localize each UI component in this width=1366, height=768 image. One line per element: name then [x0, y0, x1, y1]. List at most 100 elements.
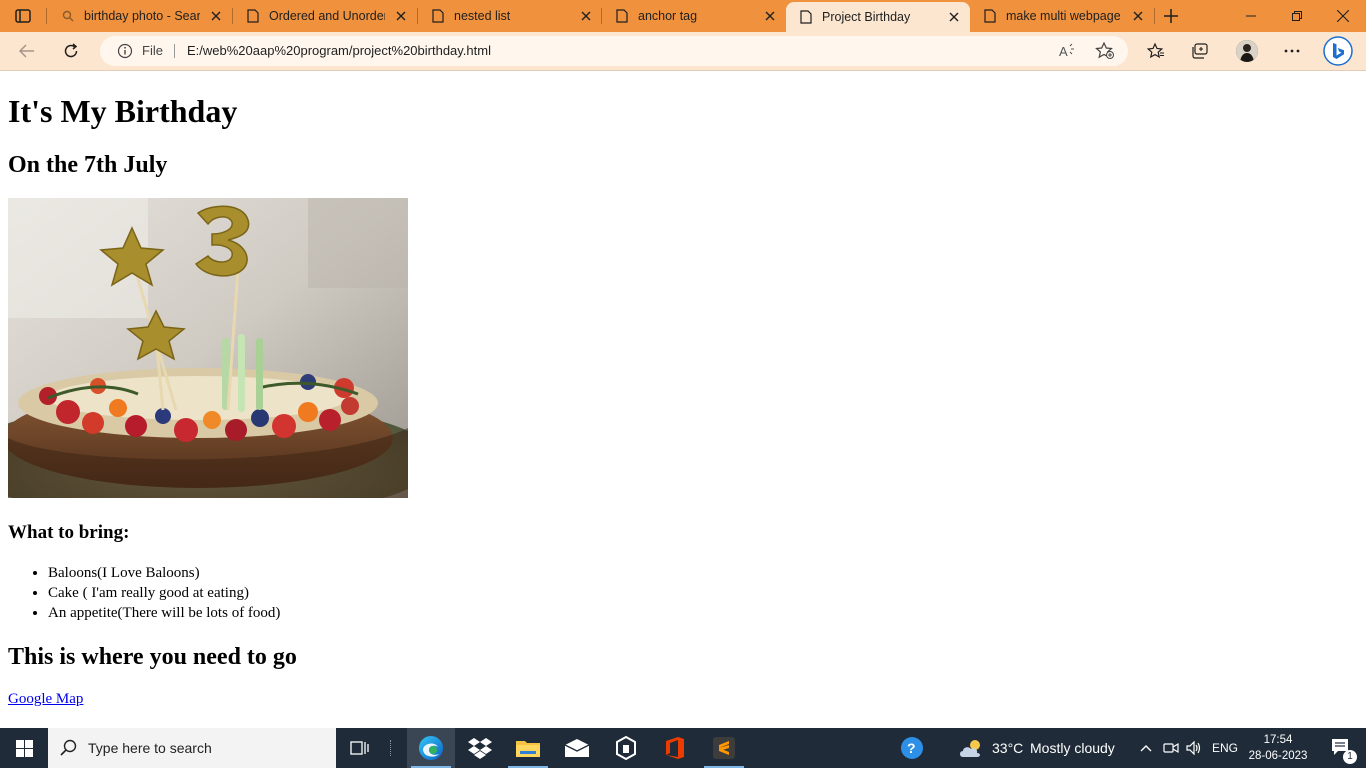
minimize-button[interactable]	[1228, 0, 1274, 32]
tab-nested-list[interactable]: nested list	[418, 0, 602, 32]
taskbar-divider	[390, 740, 393, 756]
meet-now-button[interactable]	[1160, 728, 1182, 768]
speaker-icon	[1186, 741, 1201, 755]
address-separator	[174, 44, 175, 58]
tab-make-multi-webpage[interactable]: make multi webpage	[970, 0, 1154, 32]
edge-icon	[419, 736, 443, 760]
info-icon[interactable]	[116, 43, 134, 59]
list-item: Baloons(I Love Baloons)	[48, 563, 280, 583]
sublime-text-icon	[713, 737, 735, 759]
page-icon	[798, 9, 814, 25]
svg-text:?: ?	[907, 740, 916, 756]
tab-birthday-photo-search[interactable]: birthday photo - Search	[48, 0, 232, 32]
tab-title: nested list	[454, 9, 511, 23]
svg-text:A: A	[1059, 44, 1068, 59]
show-hidden-icons-button[interactable]	[1134, 728, 1158, 768]
restore-button[interactable]	[1274, 0, 1320, 32]
close-icon[interactable]	[393, 8, 409, 24]
address-bar[interactable]: File E:/web%20aap%20program/project%20bi…	[100, 36, 1128, 66]
tab-ordered-unordered[interactable]: Ordered and Unordered	[233, 0, 417, 32]
tab-project-birthday[interactable]: Project Birthday	[786, 2, 970, 32]
back-arrow-icon	[19, 44, 34, 58]
favorites-icon	[1147, 43, 1164, 59]
tab-actions-button[interactable]	[12, 6, 34, 26]
web-page-content: It's My Birthday On the 7th July What to…	[0, 71, 1366, 728]
bing-chat-button[interactable]	[1322, 35, 1354, 67]
close-icon[interactable]	[762, 8, 778, 24]
taskbar-file-explorer[interactable]	[504, 728, 552, 768]
taskbar-office[interactable]	[651, 728, 699, 768]
close-icon[interactable]	[946, 9, 962, 25]
system-clock[interactable]: 17:54 28-06-2023	[1248, 732, 1308, 764]
chevron-up-icon	[1140, 745, 1152, 752]
directions-heading: This is where you need to go	[8, 644, 297, 670]
new-tab-button[interactable]	[1160, 6, 1182, 26]
tab-title: birthday photo - Search	[84, 9, 200, 23]
tab-anchor-tag[interactable]: anchor tag	[602, 0, 786, 32]
refresh-button[interactable]	[58, 39, 84, 63]
weather-condition: Mostly cloudy	[1030, 740, 1115, 756]
cloudy-weather-icon	[960, 740, 980, 757]
address-scheme-label: File	[142, 43, 163, 58]
taskbar-search-box[interactable]: Type here to search	[48, 728, 336, 768]
more-dots-icon	[1284, 49, 1300, 53]
minimize-icon	[1246, 15, 1256, 17]
task-view-button[interactable]	[336, 728, 384, 768]
avatar-icon	[1236, 40, 1258, 62]
address-url[interactable]: E:/web%20aap%20program/project%20birthda…	[187, 43, 491, 58]
search-icon	[60, 8, 76, 24]
plus-icon	[1164, 9, 1178, 23]
search-placeholder: Type here to search	[88, 740, 212, 756]
page-icon	[245, 8, 261, 24]
bring-list: Baloons(I Love Baloons) Cake ( I'am real…	[8, 563, 280, 623]
read-aloud-icon[interactable]: A	[1058, 42, 1078, 60]
tab-separator	[1154, 8, 1155, 24]
birthday-date-heading: On the 7th July	[8, 152, 168, 178]
weather-widget[interactable]	[958, 737, 986, 759]
action-center-button[interactable]: 1	[1318, 728, 1366, 768]
page-icon	[614, 8, 630, 24]
list-item: An appetite(There will be lots of food)	[48, 603, 280, 623]
browser-toolbar: File E:/web%20aap%20program/project%20bi…	[0, 32, 1366, 71]
taskbar-mail[interactable]	[553, 728, 601, 768]
google-map-link[interactable]: Google Map	[8, 691, 83, 708]
profile-avatar[interactable]	[1236, 40, 1258, 62]
taskbar-sublime-text[interactable]	[700, 728, 748, 768]
camera-icon	[1163, 742, 1179, 754]
clock-date: 28-06-2023	[1248, 750, 1308, 762]
tab-title: Ordered and Unordered	[269, 9, 385, 23]
taskbar-edge[interactable]	[407, 728, 455, 768]
taskbar-security-app[interactable]	[602, 728, 650, 768]
taskbar-help-tips[interactable]: ?	[888, 728, 936, 768]
volume-button[interactable]	[1183, 728, 1205, 768]
close-icon	[1337, 10, 1349, 22]
close-icon[interactable]	[1130, 8, 1146, 24]
start-button[interactable]	[0, 728, 48, 768]
refresh-icon	[64, 43, 78, 58]
favorites-button[interactable]	[1143, 39, 1169, 63]
tab-strip: birthday photo - Search Ordered and Unor…	[0, 0, 1366, 32]
close-icon[interactable]	[578, 8, 594, 24]
close-icon[interactable]	[208, 8, 224, 24]
input-language[interactable]: ENG	[1212, 741, 1238, 755]
what-to-bring-heading: What to bring:	[8, 522, 130, 543]
collections-button[interactable]	[1187, 39, 1213, 63]
tab-separator	[46, 8, 47, 24]
close-window-button[interactable]	[1320, 0, 1366, 32]
settings-more-button[interactable]	[1279, 39, 1305, 63]
collections-icon	[1192, 43, 1208, 59]
birthday-cake-image	[8, 198, 408, 498]
taskbar-dropbox[interactable]	[456, 728, 504, 768]
task-view-icon	[350, 741, 369, 755]
tab-actions-icon	[15, 9, 31, 23]
weather-temperature: 33°C	[992, 740, 1024, 756]
dropbox-icon	[468, 738, 492, 759]
office-icon	[666, 737, 684, 759]
search-icon	[60, 739, 78, 757]
back-button[interactable]	[14, 39, 40, 63]
add-favorite-icon[interactable]	[1094, 42, 1116, 60]
help-icon: ?	[901, 737, 923, 759]
clock-time: 17:54	[1263, 734, 1293, 746]
page-icon	[430, 8, 446, 24]
bing-icon	[1323, 36, 1353, 66]
